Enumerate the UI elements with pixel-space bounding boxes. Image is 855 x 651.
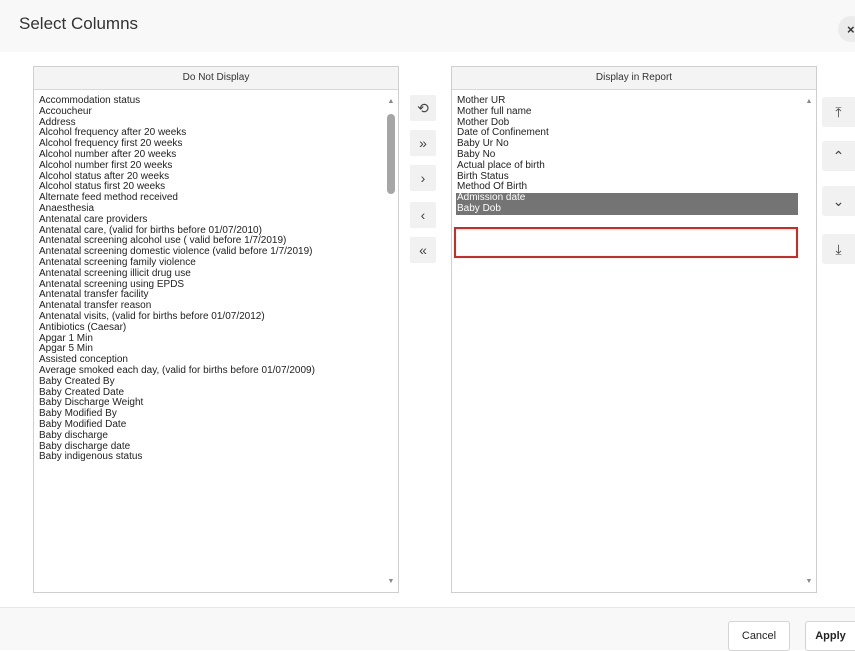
do-not-display-list[interactable]: Accommodation status Accoucheur Address Alc… xyxy=(34,90,384,592)
list-item[interactable]: Antenatal care providers xyxy=(38,214,380,226)
display-in-report-panel: Display in Report Mother UR Mother full n… xyxy=(451,66,817,593)
move-bottom-button[interactable]: ⤓ xyxy=(822,234,855,264)
move-top-button[interactable]: ⤒ xyxy=(822,97,855,127)
list-item[interactable]: Baby Ur No xyxy=(456,138,798,150)
move-up-button[interactable]: ⌃ xyxy=(822,141,855,171)
reset-button[interactable]: ⟲ xyxy=(410,95,436,121)
list-item[interactable]: Mother full name xyxy=(456,106,798,118)
display-in-report-list[interactable]: Mother UR Mother full name Mother Dob Date … xyxy=(452,90,802,592)
dialog-header: Select Columns × xyxy=(0,0,855,52)
dialog-title: Select Columns xyxy=(19,14,139,33)
chevron-up-icon: ⌃ xyxy=(832,147,845,164)
list-item[interactable]: Antenatal screening illicit drug use xyxy=(38,268,380,280)
list-item[interactable]: Antibiotics (Caesar) xyxy=(38,322,380,334)
list-item[interactable]: Baby discharge xyxy=(38,430,380,442)
left-scrollbar[interactable]: ▲ ▼ xyxy=(384,90,398,592)
move-bottom-icon: ⤓ xyxy=(835,240,842,257)
dialog-footer xyxy=(0,607,855,650)
list-item[interactable]: Baby Created By xyxy=(38,376,380,388)
scroll-up-icon[interactable]: ▲ xyxy=(802,96,816,108)
scroll-up-icon[interactable]: ▲ xyxy=(384,96,398,108)
move-left-button[interactable]: ‹ xyxy=(410,202,436,228)
list-item[interactable]: Baby Dob xyxy=(456,203,798,215)
chevron-right-icon: › xyxy=(420,170,426,186)
right-scrollbar[interactable]: ▲ ▼ xyxy=(802,90,816,592)
chevron-left-icon: ‹ xyxy=(420,207,426,223)
move-all-right-button[interactable]: » xyxy=(410,130,436,156)
list-item[interactable]: Accoucheur xyxy=(38,106,380,118)
reset-icon: ⟲ xyxy=(417,99,429,116)
do-not-display-header: Do Not Display xyxy=(34,67,398,90)
list-item[interactable]: Baby indigenous status xyxy=(38,451,380,463)
cancel-button[interactable]: Cancel xyxy=(728,621,790,651)
scroll-down-icon[interactable]: ▼ xyxy=(802,576,816,588)
close-button[interactable]: × xyxy=(838,16,855,42)
apply-button[interactable]: Apply xyxy=(805,621,855,651)
list-item[interactable]: Admission date xyxy=(456,192,798,204)
scroll-thumb[interactable] xyxy=(387,114,395,194)
move-top-icon: ⤒ xyxy=(835,103,842,120)
list-item[interactable]: Alcohol number first 20 weeks xyxy=(38,160,380,172)
list-item[interactable]: Actual place of birth xyxy=(456,160,798,172)
double-chevron-left-icon: « xyxy=(419,242,427,258)
double-chevron-right-icon: » xyxy=(419,135,427,151)
move-all-left-button[interactable]: « xyxy=(410,237,436,263)
close-icon: × xyxy=(847,21,855,37)
chevron-down-icon: ⌄ xyxy=(832,192,845,209)
do-not-display-panel: Do Not Display Accommodation status Accou… xyxy=(33,66,399,593)
move-right-button[interactable]: › xyxy=(410,165,436,191)
move-down-button[interactable]: ⌄ xyxy=(822,186,855,216)
scroll-down-icon[interactable]: ▼ xyxy=(384,576,398,588)
display-in-report-header: Display in Report xyxy=(452,67,816,90)
